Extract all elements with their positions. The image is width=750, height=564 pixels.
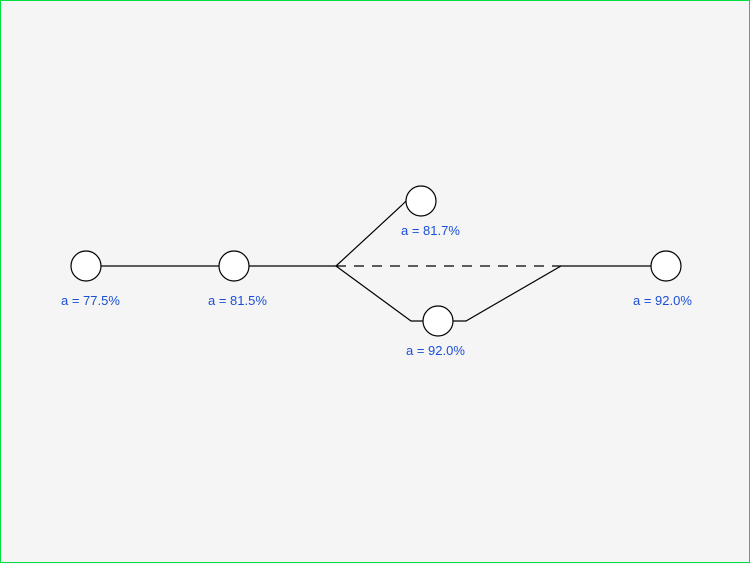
edge-n4-n5 <box>453 266 651 321</box>
node-n4 <box>423 306 453 336</box>
edge-fork-n3 <box>336 201 406 266</box>
label-n1: a = 77.5% <box>61 293 120 308</box>
node-n5 <box>651 251 681 281</box>
node-n1 <box>71 251 101 281</box>
label-n4: a = 92.0% <box>406 343 465 358</box>
label-n2: a = 81.5% <box>208 293 267 308</box>
label-n3: a = 81.7% <box>401 223 460 238</box>
edge-fork-n4 <box>336 266 423 321</box>
node-n2 <box>219 251 249 281</box>
label-n5: a = 92.0% <box>633 293 692 308</box>
diagram-canvas <box>1 1 750 564</box>
node-n3 <box>406 186 436 216</box>
